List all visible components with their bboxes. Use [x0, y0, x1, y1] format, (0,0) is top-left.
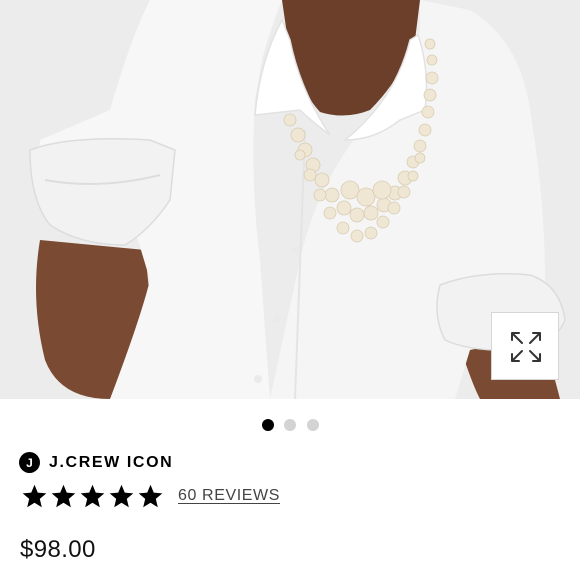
- star-icon: [22, 484, 47, 507]
- brand-name[interactable]: J.CREW ICON: [49, 454, 173, 471]
- star-rating: [21, 483, 166, 510]
- brand-row: J J.CREW ICON: [19, 452, 173, 473]
- brand-badge: J: [19, 452, 40, 473]
- product-price: $98.00: [20, 536, 96, 563]
- product-image[interactable]: [0, 0, 580, 399]
- reviews-link[interactable]: 60 REVIEWS: [178, 487, 280, 505]
- star-icon: [51, 484, 76, 507]
- carousel-dot[interactable]: [284, 419, 296, 431]
- star-icon: [138, 484, 163, 507]
- expand-arrows-icon: [511, 332, 541, 362]
- carousel-dot[interactable]: [306, 419, 319, 431]
- star-icon: [109, 484, 134, 507]
- carousel-dot[interactable]: [261, 419, 274, 431]
- expand-image-button[interactable]: [491, 312, 559, 380]
- carousel-dots: [0, 419, 580, 431]
- rating-row: 60 REVIEWS: [21, 482, 280, 510]
- star-icon: [80, 484, 105, 507]
